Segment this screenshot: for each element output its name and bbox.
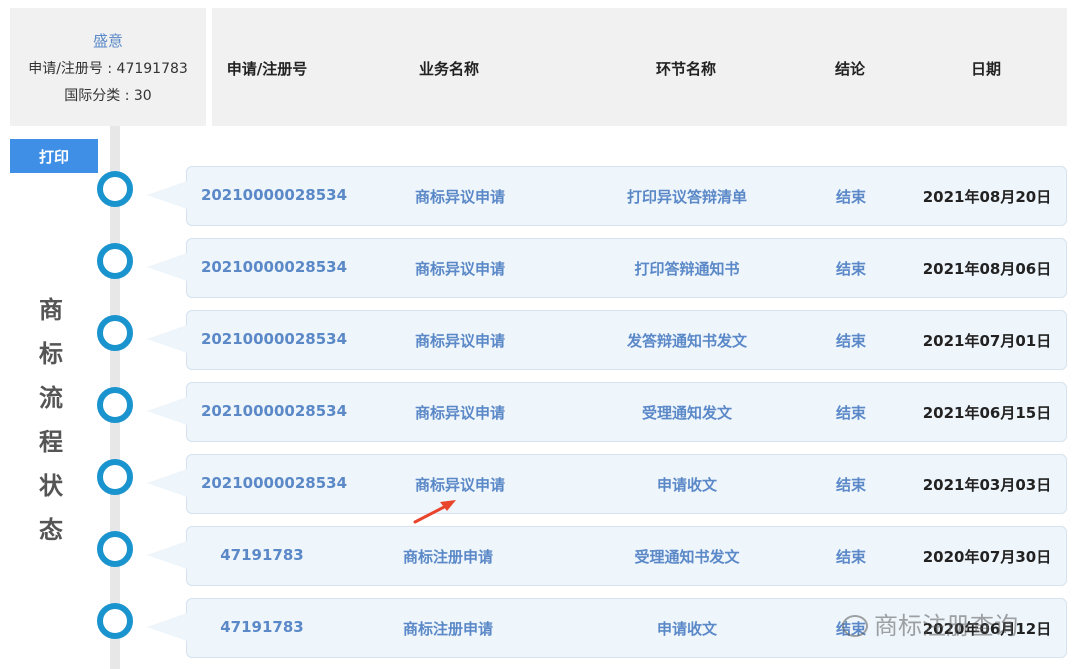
row-result[interactable]: 结束 — [836, 186, 866, 207]
wechat-icon — [842, 615, 868, 637]
wechat-watermark: 商标注册查询 — [842, 606, 1018, 641]
row-reg-number[interactable]: 47191783 — [220, 618, 304, 636]
registration-number: 申请/注册号 : 47191783 — [28, 61, 188, 77]
row-date: 2021年06月15日 — [922, 404, 1052, 422]
row-date: 2020年07月30日 — [922, 548, 1052, 566]
row-reg-number[interactable]: 20210000028534 — [201, 330, 347, 348]
print-button[interactable]: 打印 — [10, 139, 98, 173]
process-status-title: 商 标 流 程 状 态 — [36, 288, 66, 552]
row-business-name[interactable]: 商标异议申请 — [415, 402, 505, 423]
row-pointer — [147, 469, 187, 497]
table-row: 20210000028534 商标异议申请 受理通知发文 结束 2021年06月… — [147, 382, 1067, 442]
table-row: 20210000028534 商标异议申请 打印异议答辩清单 结束 2021年0… — [147, 166, 1067, 226]
row-business-name[interactable]: 商标注册申请 — [403, 546, 493, 567]
watermark-text: 商标注册查询 — [874, 612, 1018, 640]
row-reg-number[interactable]: 20210000028534 — [201, 258, 347, 276]
timeline-node — [97, 171, 133, 207]
row-pointer — [147, 181, 187, 209]
table-row: 20210000028534 商标异议申请 发答辩通知书发文 结束 2021年0… — [147, 310, 1067, 370]
row-step-name[interactable]: 申请收文 — [657, 618, 717, 639]
row-business-name[interactable]: 商标异议申请 — [415, 330, 505, 351]
row-result[interactable]: 结束 — [836, 258, 866, 279]
row-reg-number[interactable]: 20210000028534 — [201, 474, 347, 492]
header-business-name: 业务名称 — [418, 60, 480, 78]
international-class: 国际分类 : 30 — [64, 88, 152, 104]
header-date: 日期 — [970, 60, 1002, 78]
row-business-name[interactable]: 商标异议申请 — [415, 258, 505, 279]
row-date: 2021年03月03日 — [922, 476, 1052, 494]
row-pointer — [147, 325, 187, 353]
title-char: 标 — [39, 340, 63, 368]
row-pointer — [147, 253, 187, 281]
title-char: 程 — [39, 428, 63, 456]
row-step-name[interactable]: 受理通知书发文 — [634, 546, 739, 567]
row-date: 2021年08月06日 — [922, 260, 1052, 278]
header-reg-number: 申请/注册号 — [226, 60, 308, 78]
row-date: 2021年07月01日 — [922, 332, 1052, 350]
row-reg-number[interactable]: 20210000028534 — [201, 402, 347, 420]
timeline-node — [97, 315, 133, 351]
timeline-node — [97, 531, 133, 567]
row-result[interactable]: 结束 — [836, 546, 866, 567]
timeline-node — [97, 243, 133, 279]
trademark-info-panel: 盛意 申请/注册号 : 47191783 国际分类 : 30 — [10, 8, 206, 126]
row-date: 2021年08月20日 — [922, 188, 1052, 206]
title-char: 状 — [39, 472, 63, 500]
row-step-name[interactable]: 打印异议答辩清单 — [627, 186, 747, 207]
row-business-name[interactable]: 商标注册申请 — [403, 618, 493, 639]
timeline-node — [97, 603, 133, 639]
header-step-name: 环节名称 — [655, 60, 717, 78]
row-step-name[interactable]: 申请收文 — [657, 474, 717, 495]
row-result[interactable]: 结束 — [836, 474, 866, 495]
timeline-node — [97, 459, 133, 495]
header-result: 结论 — [834, 60, 866, 78]
row-business-name[interactable]: 商标异议申请 — [415, 186, 505, 207]
table-row: 20210000028534 商标异议申请 申请收文 结束 2021年03月03… — [147, 454, 1067, 514]
row-result[interactable]: 结束 — [836, 402, 866, 423]
row-pointer — [147, 397, 187, 425]
row-pointer — [147, 613, 187, 641]
row-reg-number[interactable]: 20210000028534 — [201, 186, 347, 204]
row-step-name[interactable]: 发答辩通知书发文 — [627, 330, 747, 351]
row-pointer — [147, 541, 187, 569]
row-business-name[interactable]: 商标异议申请 — [415, 474, 505, 495]
table-row: 20210000028534 商标异议申请 打印答辩通知书 结束 2021年08… — [147, 238, 1067, 298]
row-step-name[interactable]: 受理通知发文 — [642, 402, 732, 423]
table-header: 申请/注册号 业务名称 环节名称 结论 日期 — [212, 8, 1067, 126]
title-char: 流 — [39, 384, 63, 412]
red-arrow-icon — [413, 500, 456, 524]
timeline-node — [97, 387, 133, 423]
trademark-name[interactable]: 盛意 — [10, 30, 206, 51]
row-step-name[interactable]: 打印答辩通知书 — [634, 258, 739, 279]
table-row: 47191783 商标注册申请 受理通知书发文 结束 2020年07月30日 — [147, 526, 1067, 586]
row-result[interactable]: 结束 — [836, 330, 866, 351]
title-char: 商 — [39, 296, 63, 324]
title-char: 态 — [39, 516, 63, 544]
row-reg-number[interactable]: 47191783 — [220, 546, 304, 564]
